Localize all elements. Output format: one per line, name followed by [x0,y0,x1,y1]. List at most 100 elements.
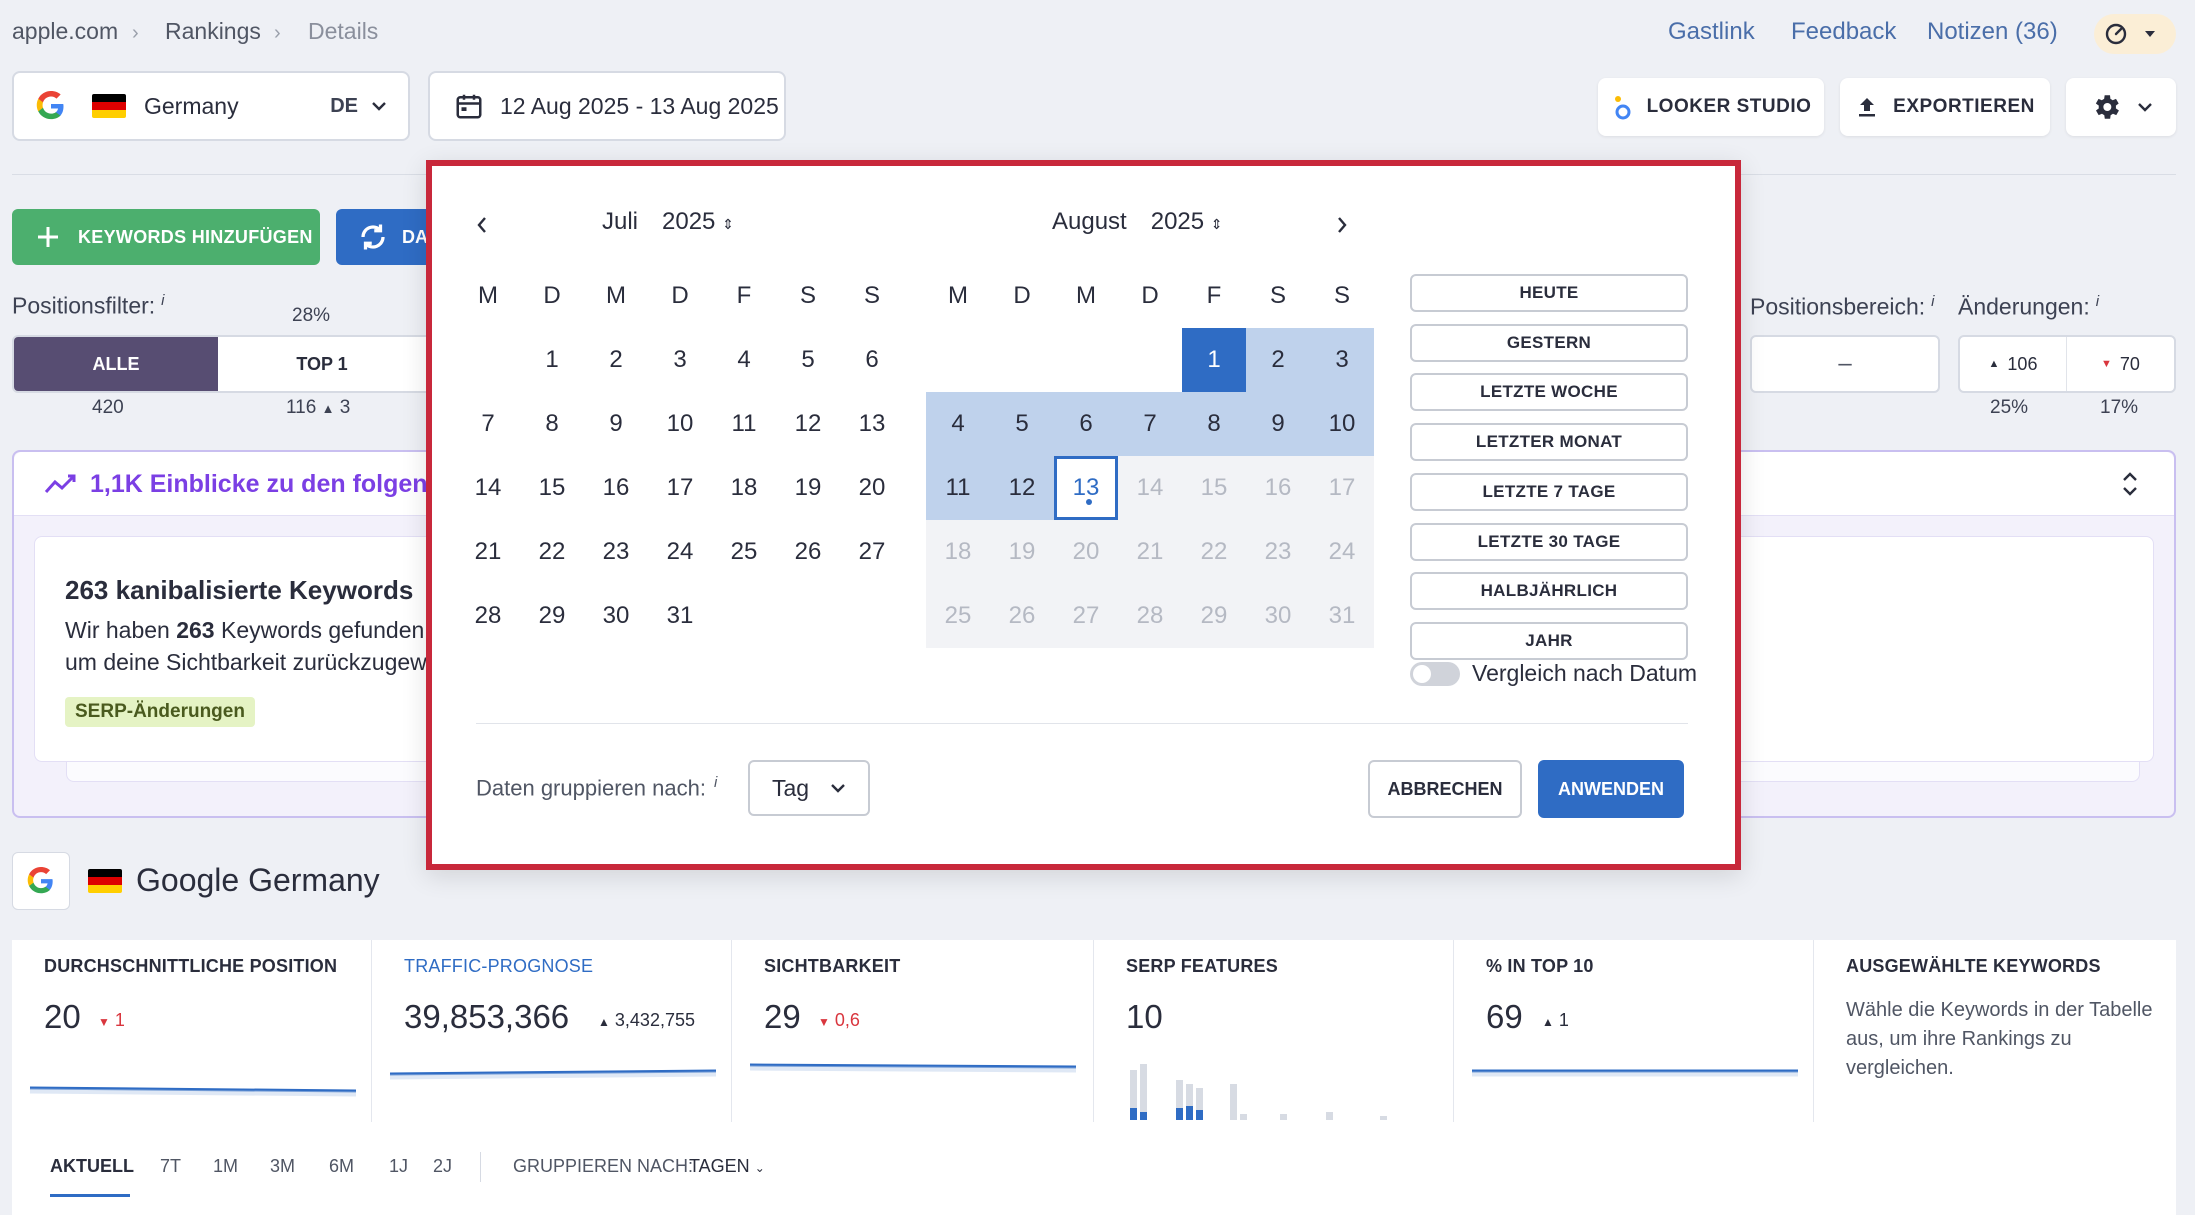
calendar-day-aug-28[interactable]: 28 [1118,584,1182,648]
tab-aktuell[interactable]: AKTUELL [50,1156,134,1177]
feedback-link[interactable]: Feedback [1791,18,1896,46]
preset-letzte-30-tage[interactable]: LETZTE 30 TAGE [1410,522,1688,561]
calendar-day-jul-20[interactable]: 20 [840,456,904,520]
calendar-day-jul-15[interactable]: 15 [520,456,584,520]
calendar-day-jul-23[interactable]: 23 [584,520,648,584]
calendar-day-aug-13[interactable]: 13 [1054,456,1118,520]
calendar-day-jul-13[interactable]: 13 [840,392,904,456]
tab-3m[interactable]: 3M [270,1156,295,1177]
group-by-select[interactable]: Tag [748,760,870,816]
calendar-day-jul-10[interactable]: 10 [648,392,712,456]
preset-heute[interactable]: HEUTE [1410,274,1688,312]
calendar-day-aug-18[interactable]: 18 [926,520,990,584]
calendar-day-aug-2[interactable]: 2 [1246,328,1310,392]
export-button[interactable]: EXPORTIEREN [1840,78,2050,136]
group-by-dropdown[interactable]: TAGEN ⌄ [689,1156,765,1177]
calendar-day-aug-3[interactable]: 3 [1310,328,1374,392]
calendar-day-jul-29[interactable]: 29 [520,584,584,648]
calendar-day-jul-4[interactable]: 4 [712,328,776,392]
calendar-day-aug-12[interactable]: 12 [990,456,1054,520]
next-month-icon[interactable] [1336,216,1348,234]
calendar-day-jul-1[interactable]: 1 [520,328,584,392]
looker-studio-button[interactable]: LOOKER STUDIO [1598,78,1824,136]
calendar-day-jul-26[interactable]: 26 [776,520,840,584]
settings-button[interactable] [2066,78,2176,136]
calendar-day-aug-8[interactable]: 8 [1182,392,1246,456]
apply-button[interactable]: ANWENDEN [1538,760,1684,818]
calendar-day-aug-25[interactable]: 25 [926,584,990,648]
calendar-day-jul-16[interactable]: 16 [584,456,648,520]
calendar-day-jul-14[interactable]: 14 [456,456,520,520]
tab-1m[interactable]: 1M [213,1156,238,1177]
calendar-day-jul-17[interactable]: 17 [648,456,712,520]
calendar-day-aug-6[interactable]: 6 [1054,392,1118,456]
metric-card-serp-features[interactable]: SERP FEATURES 10 [1094,940,1454,1122]
calendar-day-jul-5[interactable]: 5 [776,328,840,392]
changes-down-button[interactable]: ▼ 70 [2067,337,2174,391]
tab-7t[interactable]: 7T [160,1156,181,1177]
calendar-day-aug-10[interactable]: 10 [1310,392,1374,456]
calendar-day-aug-22[interactable]: 22 [1182,520,1246,584]
add-keywords-button[interactable]: KEYWORDS HINZUFÜGEN [12,209,320,265]
calendar-day-aug-9[interactable]: 9 [1246,392,1310,456]
calendar-day-jul-7[interactable]: 7 [456,392,520,456]
changes-up-button[interactable]: ▲ 106 [1960,337,2067,391]
calendar-day-aug-27[interactable]: 27 [1054,584,1118,648]
preset-halbjährlich[interactable]: HALBJÄHRLICH [1410,572,1688,611]
metric-card-top10[interactable]: % IN TOP 10 69 ▲ 1 [1454,940,1814,1122]
tab-6m[interactable]: 6M [329,1156,354,1177]
calendar-day-jul-27[interactable]: 27 [840,520,904,584]
location-selector[interactable]: Germany DE [12,71,410,141]
calendar-day-jul-18[interactable]: 18 [712,456,776,520]
left-year-select[interactable]: 2025 ⇕ [662,208,734,236]
prev-month-icon[interactable] [476,216,488,234]
date-range-button[interactable]: 12 Aug 2025 - 13 Aug 2025 [428,71,786,141]
breadcrumb-item-domain[interactable]: apple.com [12,18,118,45]
preset-letzter-monat[interactable]: LETZTER MONAT [1410,423,1688,462]
calendar-day-aug-14[interactable]: 14 [1118,456,1182,520]
calendar-day-aug-11[interactable]: 11 [926,456,990,520]
cancel-button[interactable]: ABBRECHEN [1368,760,1522,818]
expand-collapse-icon[interactable] [2122,470,2138,498]
preset-letzte-woche[interactable]: LETZTE WOCHE [1410,373,1688,412]
calendar-day-jul-2[interactable]: 2 [584,328,648,392]
calendar-day-aug-21[interactable]: 21 [1118,520,1182,584]
calendar-day-aug-5[interactable]: 5 [990,392,1054,456]
calendar-day-aug-4[interactable]: 4 [926,392,990,456]
calendar-day-aug-29[interactable]: 29 [1182,584,1246,648]
calendar-day-aug-1[interactable]: 1 [1182,328,1246,392]
calendar-day-aug-16[interactable]: 16 [1246,456,1310,520]
update-data-button[interactable]: DA [336,209,436,265]
calendar-day-jul-28[interactable]: 28 [456,584,520,648]
calendar-day-aug-30[interactable]: 30 [1246,584,1310,648]
calendar-day-aug-20[interactable]: 20 [1054,520,1118,584]
calendar-day-jul-8[interactable]: 8 [520,392,584,456]
calendar-day-aug-7[interactable]: 7 [1118,392,1182,456]
calendar-day-jul-21[interactable]: 21 [456,520,520,584]
account-menu-button[interactable] [2094,14,2176,54]
calendar-day-jul-11[interactable]: 11 [712,392,776,456]
notes-link[interactable]: Notizen (36) [1927,18,2058,46]
calendar-day-aug-26[interactable]: 26 [990,584,1054,648]
calendar-day-jul-3[interactable]: 3 [648,328,712,392]
right-month-name[interactable]: August [1052,208,1127,236]
calendar-day-aug-31[interactable]: 31 [1310,584,1374,648]
calendar-day-aug-17[interactable]: 17 [1310,456,1374,520]
calendar-day-jul-19[interactable]: 19 [776,456,840,520]
serp-changes-badge[interactable]: SERP-Änderungen [65,697,255,727]
right-year-select[interactable]: 2025 ⇕ [1151,208,1223,236]
calendar-day-aug-15[interactable]: 15 [1182,456,1246,520]
calendar-day-jul-30[interactable]: 30 [584,584,648,648]
calendar-day-aug-23[interactable]: 23 [1246,520,1310,584]
tab-1j[interactable]: 1J [389,1156,408,1177]
left-month-name[interactable]: Juli [602,208,638,236]
metric-card-traffic[interactable]: TRAFFIC-PROGNOSE 39,853,366 ▲ 3,432,755 [372,940,732,1122]
calendar-day-jul-31[interactable]: 31 [648,584,712,648]
calendar-day-jul-25[interactable]: 25 [712,520,776,584]
filter-segment-all[interactable]: ALLE [14,337,218,391]
position-range-input[interactable]: – [1750,335,1940,393]
preset-jahr[interactable]: JAHR [1410,621,1688,660]
calendar-day-aug-24[interactable]: 24 [1310,520,1374,584]
filter-segment-top1[interactable]: TOP 1 [218,337,428,391]
calendar-day-aug-19[interactable]: 19 [990,520,1054,584]
